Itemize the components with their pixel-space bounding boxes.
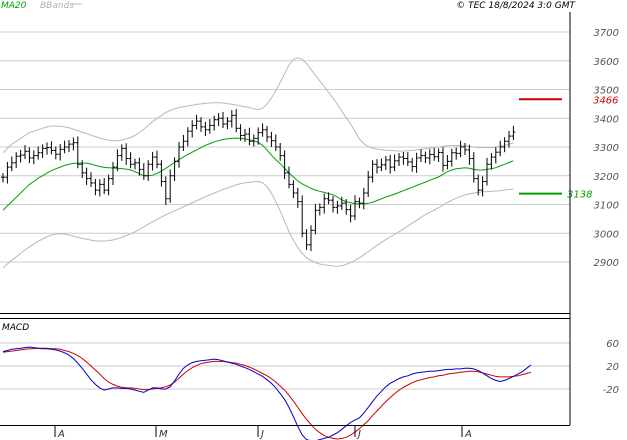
legend-bbands: BBands [40,1,74,11]
support-level-label: 3138 [567,190,592,201]
month-label: A [464,429,472,440]
price-y-tick-label: 3600 [594,57,619,68]
macd-y-tick-label: 60 [606,339,619,350]
price-y-tick-label: 3400 [594,114,619,125]
legend-ma20: MA20 [1,1,27,11]
month-label: M [159,429,168,440]
price-y-tick-label: 3100 [594,201,619,212]
macd-grid [0,342,570,390]
price-y-tick-label: 3300 [594,143,619,154]
stock-chart: MA20 BBands © TEC 18/8/2024 3:0 GMT 3700… [0,1,619,440]
copyright-timestamp: © TEC 18/8/2024 3:0 GMT [456,1,576,11]
price-panel: 370036003500340033003200310030002900 346… [0,12,619,313]
price-y-tick-label: 3000 [594,229,619,240]
macd-y-tick-label: -20 [603,385,619,396]
month-label: J [259,429,264,440]
macd-y-tick-label: 20 [606,362,619,373]
macd-lines [2,346,532,440]
legend: MA20 BBands [1,1,82,11]
price-y-axis: 370036003500340033003200310030002900 [594,28,619,269]
resistance-level-label: 3466 [593,95,618,106]
month-label: A [57,429,65,440]
x-axis-months: AMJJA [54,425,472,440]
macd-y-axis: 60 20 -20 [603,339,619,396]
price-y-tick-label: 2900 [594,258,619,269]
macd-main-line [2,346,532,440]
macd-panel: 60 20 -20 MACD [0,323,619,440]
price-y-tick-label: 3200 [594,172,619,183]
price-y-tick-label: 3700 [594,28,619,39]
macd-label: MACD [2,323,29,333]
